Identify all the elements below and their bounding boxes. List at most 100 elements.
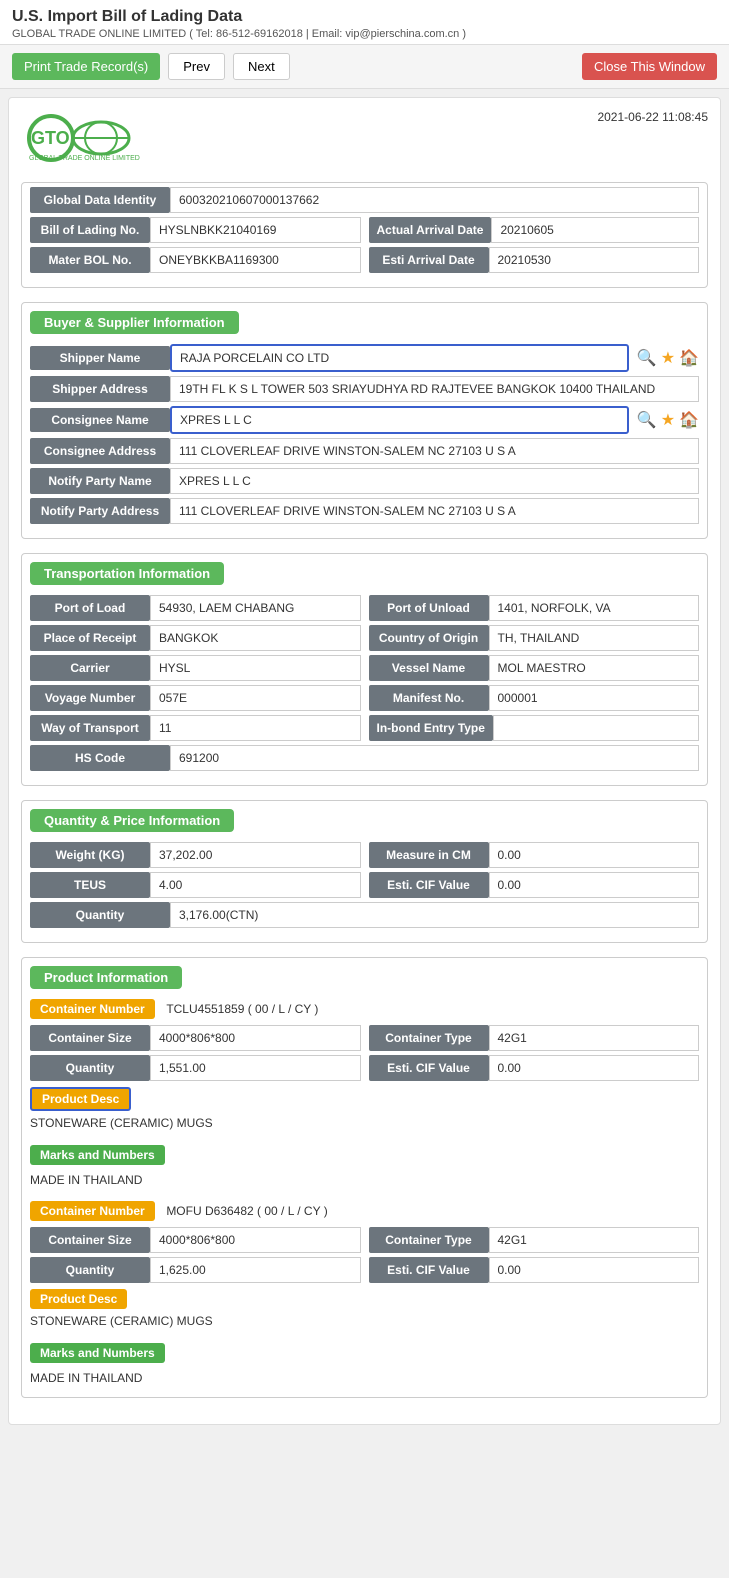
carrier-vessel-row: Carrier HYSL Vessel Name MOL MAESTRO — [30, 655, 699, 681]
manifest-no-field: Manifest No. 000001 — [369, 685, 700, 711]
esti-cif-label: Esti. CIF Value — [369, 872, 489, 898]
container-2-size-type-row: Container Size 4000*806*800 Container Ty… — [30, 1227, 699, 1253]
inbond-entry-value — [493, 715, 699, 741]
print-button[interactable]: Print Trade Record(s) — [12, 53, 160, 80]
container-2-qty-label: Quantity — [30, 1257, 150, 1283]
next-button[interactable]: Next — [233, 53, 290, 80]
shipper-address-label: Shipper Address — [30, 376, 170, 402]
container-2-product-desc-value: STONEWARE (CERAMIC) MUGS — [30, 1311, 699, 1331]
container-1: Container Number TCLU4551859 ( 00 / L / … — [30, 999, 699, 1189]
buyer-supplier-inner: Shipper Name RAJA PORCELAIN CO LTD 🔍 ★ 🏠… — [22, 340, 707, 538]
transport-inbond-row: Way of Transport 11 In-bond Entry Type — [30, 715, 699, 741]
toolbar: Print Trade Record(s) Prev Next Close Th… — [0, 45, 729, 89]
quantity-label: Quantity — [30, 902, 170, 928]
consignee-star-icon[interactable]: ★ — [661, 410, 675, 430]
port-of-unload-label: Port of Unload — [369, 595, 489, 621]
quantity-price-inner: Weight (KG) 37,202.00 Measure in CM 0.00… — [22, 838, 707, 942]
bol-field: Bill of Lading No. HYSLNBKK21040169 — [30, 217, 361, 243]
container-2-marks-label: Marks and Numbers — [30, 1343, 165, 1363]
container-1-size-field: Container Size 4000*806*800 — [30, 1025, 361, 1051]
container-2-marks-value: MADE IN THAILAND — [30, 1369, 699, 1387]
consignee-search-icon[interactable]: 🔍 — [637, 410, 657, 430]
port-of-load-value: 54930, LAEM CHABANG — [150, 595, 361, 621]
weight-field: Weight (KG) 37,202.00 — [30, 842, 361, 868]
teus-label: TEUS — [30, 872, 150, 898]
port-row: Port of Load 54930, LAEM CHABANG Port of… — [30, 595, 699, 621]
esti-arrival-field: Esti Arrival Date 20210530 — [369, 247, 700, 273]
shipper-name-row: Shipper Name RAJA PORCELAIN CO LTD 🔍 ★ 🏠 — [30, 344, 699, 372]
close-button[interactable]: Close This Window — [582, 53, 717, 80]
actual-arrival-value: 20210605 — [491, 217, 699, 243]
notify-name-row: Notify Party Name XPRES L L C — [30, 468, 699, 494]
port-of-load-label: Port of Load — [30, 595, 150, 621]
doc-info-inner: Global Data Identity 6003202106070001376… — [22, 183, 707, 287]
port-of-unload-value: 1401, NORFOLK, VA — [489, 595, 700, 621]
consignee-name-row: Consignee Name XPRES L L C 🔍 ★ 🏠 — [30, 406, 699, 434]
way-of-transport-label: Way of Transport — [30, 715, 150, 741]
container-2-number-value: MOFU D636482 ( 00 / L / CY ) — [166, 1204, 327, 1218]
mater-bol-label: Mater BOL No. — [30, 247, 150, 273]
country-of-origin-label: Country of Origin — [369, 625, 489, 651]
port-of-unload-field: Port of Unload 1401, NORFOLK, VA — [369, 595, 700, 621]
product-info-section: Product Information Container Number TCL… — [21, 957, 708, 1398]
consignee-address-label: Consignee Address — [30, 438, 170, 464]
esti-arrival-value: 20210530 — [489, 247, 700, 273]
container-2-qty-cif-row: Quantity 1,625.00 Esti. CIF Value 0.00 — [30, 1257, 699, 1283]
shipper-star-icon[interactable]: ★ — [661, 348, 675, 368]
container-2-qty-value: 1,625.00 — [150, 1257, 361, 1283]
inbond-entry-field: In-bond Entry Type — [369, 715, 700, 741]
measure-value: 0.00 — [489, 842, 700, 868]
doc-header: GTO GLOBAL TRADE ONLINE LIMITED 2021-06-… — [21, 110, 708, 168]
teus-value: 4.00 — [150, 872, 361, 898]
shipper-search-icon[interactable]: 🔍 — [637, 348, 657, 368]
container-2-size-field: Container Size 4000*806*800 — [30, 1227, 361, 1253]
vessel-name-value: MOL MAESTRO — [489, 655, 700, 681]
page-subtitle: GLOBAL TRADE ONLINE LIMITED ( Tel: 86-51… — [12, 28, 717, 40]
container-1-qty-field: Quantity 1,551.00 — [30, 1055, 361, 1081]
place-of-receipt-field: Place of Receipt BANGKOK — [30, 625, 361, 651]
container-2-cif-value: 0.00 — [489, 1257, 700, 1283]
gto-logo: GTO GLOBAL TRADE ONLINE LIMITED — [21, 110, 141, 165]
container-1-marks-row: Marks and Numbers — [30, 1139, 699, 1169]
weight-measure-row: Weight (KG) 37,202.00 Measure in CM 0.00 — [30, 842, 699, 868]
container-1-product-desc-label: Product Desc — [30, 1087, 131, 1111]
actual-arrival-label: Actual Arrival Date — [369, 217, 492, 243]
vessel-name-label: Vessel Name — [369, 655, 489, 681]
container-1-number-value: TCLU4551859 ( 00 / L / CY ) — [166, 1002, 318, 1016]
quantity-price-title: Quantity & Price Information — [30, 809, 234, 832]
esti-cif-field: Esti. CIF Value 0.00 — [369, 872, 700, 898]
prev-button[interactable]: Prev — [168, 53, 225, 80]
shipper-icons: 🔍 ★ 🏠 — [637, 348, 699, 368]
svg-text:GTO: GTO — [31, 128, 70, 148]
global-id-row: Global Data Identity 6003202106070001376… — [30, 187, 699, 213]
container-2-cif-label: Esti. CIF Value — [369, 1257, 489, 1283]
quantity-row: Quantity 3,176.00(CTN) — [30, 902, 699, 928]
hs-code-label: HS Code — [30, 745, 170, 771]
shipper-address-row: Shipper Address 19TH FL K S L TOWER 503 … — [30, 376, 699, 402]
weight-label: Weight (KG) — [30, 842, 150, 868]
mater-bol-field: Mater BOL No. ONEYBKKBA1169300 — [30, 247, 361, 273]
container-2-number-row: Container Number MOFU D636482 ( 00 / L /… — [30, 1201, 699, 1221]
container-1-number-label: Container Number — [30, 999, 155, 1019]
container-1-qty-value: 1,551.00 — [150, 1055, 361, 1081]
esti-cif-value: 0.00 — [489, 872, 700, 898]
consignee-home-icon[interactable]: 🏠 — [679, 410, 699, 430]
consignee-name-label: Consignee Name — [30, 408, 170, 432]
buyer-supplier-title: Buyer & Supplier Information — [30, 311, 239, 334]
container-spacer — [30, 1189, 699, 1201]
container-2-type-field: Container Type 42G1 — [369, 1227, 700, 1253]
measure-label: Measure in CM — [369, 842, 489, 868]
notify-name-value: XPRES L L C — [170, 468, 699, 494]
page-header: U.S. Import Bill of Lading Data GLOBAL T… — [0, 0, 729, 45]
notify-address-row: Notify Party Address 111 CLOVERLEAF DRIV… — [30, 498, 699, 524]
container-1-cif-label: Esti. CIF Value — [369, 1055, 489, 1081]
container-1-cif-value: 0.00 — [489, 1055, 700, 1081]
receipt-origin-row: Place of Receipt BANGKOK Country of Orig… — [30, 625, 699, 651]
buyer-supplier-section: Buyer & Supplier Information Shipper Nam… — [21, 302, 708, 539]
notify-name-label: Notify Party Name — [30, 468, 170, 494]
shipper-home-icon[interactable]: 🏠 — [679, 348, 699, 368]
inbond-entry-label: In-bond Entry Type — [369, 715, 493, 741]
container-1-type-value: 42G1 — [489, 1025, 700, 1051]
container-1-number-row: Container Number TCLU4551859 ( 00 / L / … — [30, 999, 699, 1019]
svg-text:GLOBAL TRADE ONLINE LIMITED: GLOBAL TRADE ONLINE LIMITED — [29, 155, 140, 162]
